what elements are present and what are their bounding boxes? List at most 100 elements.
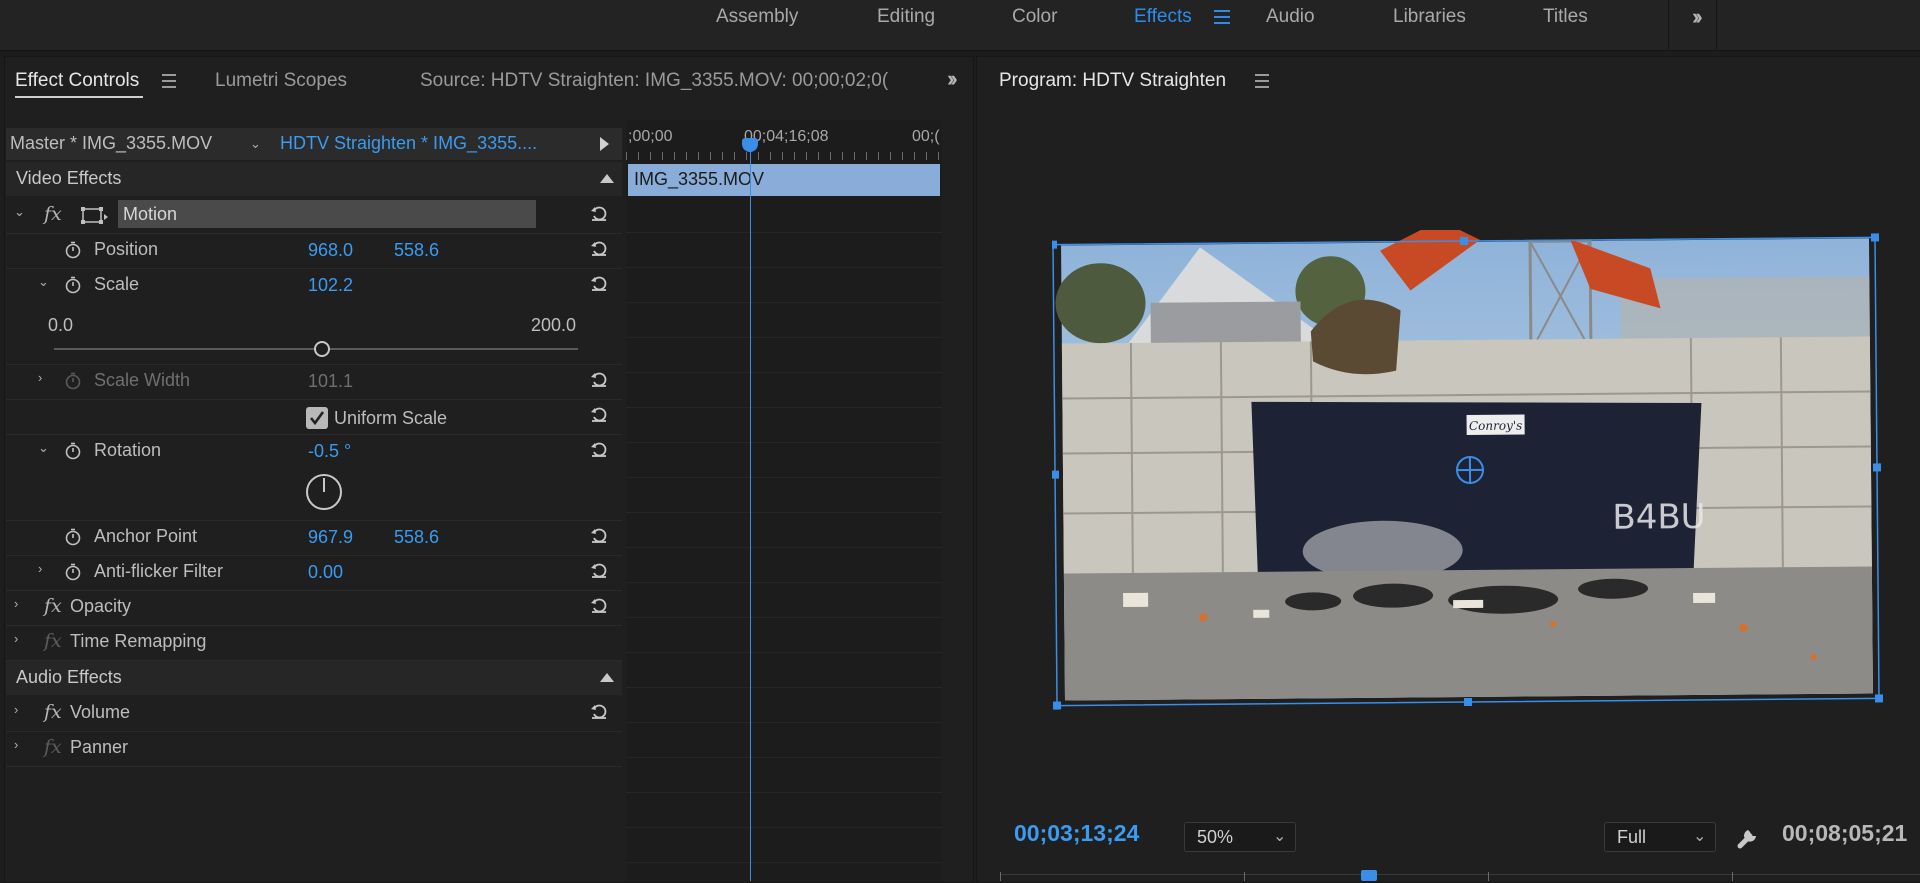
chevron-right-icon[interactable]: › — [14, 596, 18, 611]
panner-label[interactable]: Panner — [70, 737, 128, 758]
zoom-value: 50% — [1197, 827, 1233, 848]
uniform-scale-checkbox[interactable] — [306, 407, 328, 429]
tick — [1244, 872, 1245, 881]
program-duration: 00;08;05;21 — [1782, 820, 1907, 847]
wrench-icon[interactable] — [1734, 822, 1762, 850]
chevron-down-icon[interactable]: ⌄ — [38, 274, 49, 290]
program-video-frame[interactable]: Conroy's B4BU — [1052, 230, 1884, 710]
panel-overflow-chevron-icon[interactable]: ›› — [947, 66, 954, 92]
reset-icon[interactable] — [590, 526, 608, 544]
stopwatch-icon[interactable] — [64, 442, 82, 460]
scale-slider-handle[interactable] — [314, 341, 330, 357]
scale-value[interactable]: 102.2 — [308, 275, 353, 296]
workspace-tab-titles[interactable]: Titles — [1543, 6, 1588, 28]
zoom-dropdown[interactable]: 50% ⌄ — [1184, 822, 1296, 852]
transform-icon[interactable] — [80, 206, 108, 226]
stopwatch-icon[interactable] — [64, 528, 82, 546]
reset-icon[interactable] — [590, 561, 608, 579]
master-clip-label[interactable]: Master * IMG_3355.MOV — [10, 133, 212, 154]
chevron-right-icon[interactable]: › — [14, 702, 18, 717]
transform-handle[interactable] — [1871, 233, 1879, 241]
chevron-down-icon[interactable]: ⌄ — [38, 440, 49, 456]
volume-label[interactable]: Volume — [70, 702, 130, 723]
anchor-y-value[interactable]: 558.6 — [394, 527, 439, 548]
workspace-tab-libraries[interactable]: Libraries — [1393, 6, 1466, 28]
transform-handle[interactable] — [1875, 694, 1883, 702]
reset-icon[interactable] — [590, 274, 608, 292]
tree — [1055, 263, 1146, 344]
transform-handle[interactable] — [1464, 698, 1472, 706]
anti-flicker-row: › Anti-flicker Filter 0.00 — [6, 555, 622, 591]
anti-flicker-value[interactable]: 0.00 — [308, 562, 343, 583]
opacity-label[interactable]: Opacity — [70, 596, 131, 617]
effect-controls-timeline[interactable]: ;00;00 00;04;16;08 00;( IMG_3355.MOV — [626, 120, 942, 881]
transform-handle[interactable] — [1873, 463, 1881, 471]
fx-icon[interactable]: fx — [44, 701, 62, 723]
time-ruler[interactable] — [626, 152, 942, 160]
playhead-line — [750, 140, 751, 881]
position-row: Position 968.0 558.6 — [6, 233, 622, 269]
uniform-scale-label: Uniform Scale — [334, 408, 447, 429]
workspace-bar: Assembly Editing Color Effects Audio Lib… — [0, 0, 1920, 51]
program-monitor-title[interactable]: Program: HDTV Straighten — [999, 70, 1226, 92]
position-y-value[interactable]: 558.6 — [394, 240, 439, 261]
position-x-value[interactable]: 968.0 — [308, 240, 353, 261]
chevron-down-icon[interactable]: ⌄ — [250, 136, 261, 152]
program-scrub-bar[interactable] — [1000, 874, 1920, 875]
rotation-value[interactable]: -0.5 ° — [308, 441, 351, 462]
rotation-dial[interactable] — [304, 472, 344, 512]
program-current-time[interactable]: 00;03;13;24 — [1014, 820, 1139, 847]
program-playhead[interactable] — [1361, 870, 1377, 881]
panel-menu-icon[interactable] — [1255, 74, 1269, 92]
panel-menu-icon[interactable] — [162, 74, 176, 92]
overflow-chevron-icon[interactable]: ›› — [1692, 4, 1699, 30]
fx-icon[interactable]: fx — [44, 595, 62, 617]
reset-icon[interactable] — [590, 596, 608, 614]
transform-handle[interactable] — [1460, 237, 1468, 245]
collapse-icon[interactable] — [600, 673, 614, 682]
reset-icon[interactable] — [590, 405, 608, 423]
clip-bar[interactable]: IMG_3355.MOV — [628, 164, 940, 196]
chevron-down-icon[interactable]: ⌄ — [14, 204, 25, 220]
tab-effect-controls[interactable]: Effect Controls — [15, 70, 139, 92]
chevron-right-icon[interactable]: › — [14, 631, 18, 646]
stopwatch-icon[interactable] — [64, 241, 82, 259]
workspace-tab-assembly[interactable]: Assembly — [716, 6, 798, 28]
fx-icon[interactable]: fx — [44, 203, 62, 225]
workspace-tab-color[interactable]: Color — [1012, 6, 1057, 28]
transform-handle[interactable] — [1053, 702, 1061, 710]
reset-icon[interactable] — [590, 370, 608, 388]
rotation-label: Rotation — [94, 440, 161, 461]
workspace-menu-icon[interactable] — [1214, 10, 1230, 28]
playhead-handle[interactable] — [742, 138, 758, 152]
transform-handle[interactable] — [1052, 471, 1059, 479]
chevron-right-icon[interactable]: › — [14, 737, 18, 752]
transform-handle[interactable] — [1052, 241, 1057, 249]
sequence-clip-label[interactable]: HDTV Straighten * IMG_3355.... — [280, 133, 537, 154]
tab-lumetri-scopes[interactable]: Lumetri Scopes — [215, 70, 347, 92]
chevron-right-icon[interactable]: › — [38, 561, 42, 576]
reset-icon[interactable] — [590, 702, 608, 720]
workspace-tab-effects[interactable]: Effects — [1134, 6, 1192, 28]
motion-label-bg[interactable]: Motion — [118, 200, 536, 228]
collapse-icon[interactable] — [600, 174, 614, 183]
reset-icon[interactable] — [590, 440, 608, 458]
workspace-tab-audio[interactable]: Audio — [1266, 6, 1315, 28]
playback-resolution-dropdown[interactable]: Full ⌄ — [1604, 822, 1716, 852]
scale-min-label: 0.0 — [48, 315, 73, 336]
active-tab-underline — [15, 96, 143, 98]
anchor-x-value[interactable]: 967.9 — [308, 527, 353, 548]
play-icon[interactable] — [600, 137, 609, 151]
checkmark-icon — [306, 407, 328, 429]
tab-source[interactable]: Source: HDTV Straighten: IMG_3355.MOV: 0… — [420, 70, 905, 92]
chevron-down-icon: ⌄ — [1273, 826, 1286, 846]
reset-icon[interactable] — [590, 239, 608, 257]
time-remapping-label[interactable]: Time Remapping — [70, 631, 206, 652]
stopwatch-icon[interactable] — [64, 276, 82, 294]
scale-row: ⌄ Scale 102.2 0.0 200.0 — [6, 268, 622, 365]
stopwatch-icon[interactable] — [64, 563, 82, 581]
workspace-tab-editing[interactable]: Editing — [877, 6, 935, 28]
video-effects-label: Video Effects — [16, 168, 121, 189]
reset-icon[interactable] — [590, 204, 608, 222]
chevron-right-icon[interactable]: › — [38, 370, 42, 385]
